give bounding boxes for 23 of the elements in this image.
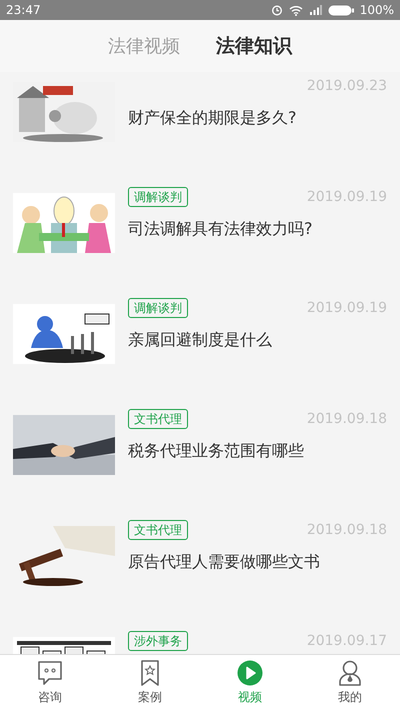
- battery-icon: [328, 4, 354, 16]
- play-icon: [237, 660, 263, 686]
- category-tag: 文书代理: [128, 520, 188, 540]
- wifi-icon: [288, 4, 303, 16]
- category-tag: 涉外事务: [128, 631, 188, 651]
- article-title[interactable]: 税务代理业务范围有哪些: [128, 441, 387, 462]
- person-icon: [337, 660, 363, 686]
- category-tag: 文书代理: [128, 409, 188, 429]
- nav-tab[interactable]: 咨询: [0, 655, 100, 711]
- chat-icon: [37, 660, 63, 686]
- nav-tab[interactable]: 我的: [300, 655, 400, 711]
- nav-tab[interactable]: 案例: [100, 655, 200, 711]
- article-title[interactable]: 财产保全的期限是多久?: [128, 108, 387, 129]
- category-tag: 调解谈判: [128, 187, 188, 207]
- article-title[interactable]: 司法调解具有法律效力吗?: [128, 219, 387, 240]
- alarm-icon: [270, 4, 283, 16]
- article-title[interactable]: 原告代理人需要做哪些文书: [128, 552, 387, 573]
- battery-percent: 100%: [360, 3, 394, 17]
- article-title[interactable]: 亲属回避制度是什么: [128, 330, 387, 351]
- category-tab[interactable]: 法律知识: [214, 29, 294, 63]
- signal-icon: [308, 5, 322, 15]
- category-tag: 调解谈判: [128, 298, 188, 318]
- status-time: 23:47: [6, 3, 41, 17]
